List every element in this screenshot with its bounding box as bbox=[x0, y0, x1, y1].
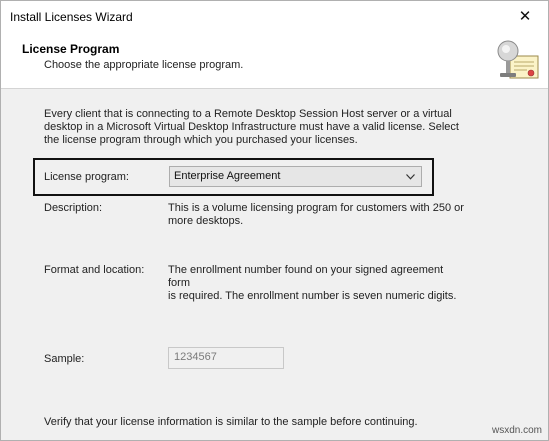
page-title: License Program bbox=[22, 42, 120, 56]
watermark: wsxdn.com bbox=[491, 425, 542, 436]
license-program-label: License program: bbox=[44, 171, 129, 183]
close-icon: ✕ bbox=[518, 8, 532, 25]
sample-label: Sample: bbox=[44, 353, 85, 365]
install-licenses-wizard-window: Install Licenses Wizard ✕ License Progra… bbox=[0, 0, 549, 441]
sample-field: 1234567 bbox=[168, 347, 284, 369]
format-location-text: The enrollment number found on your sign… bbox=[168, 264, 468, 303]
page-subtitle: Choose the appropriate license program. bbox=[44, 59, 244, 71]
verify-instruction: Verify that your license information is … bbox=[44, 416, 418, 428]
close-button[interactable]: ✕ bbox=[502, 1, 548, 31]
format-location-label: Format and location: bbox=[44, 264, 145, 276]
wizard-header: License Program Choose the appropriate l… bbox=[1, 31, 548, 89]
format-line: is required. The enrollment number is se… bbox=[168, 290, 457, 302]
description-label: Description: bbox=[44, 202, 103, 214]
intro-line: Every client that is connecting to a Rem… bbox=[44, 108, 452, 120]
sample-value: 1234567 bbox=[174, 351, 217, 363]
window-title: Install Licenses Wizard bbox=[10, 10, 133, 24]
description-line: more desktops. bbox=[168, 215, 244, 227]
intro-text: Every client that is connecting to a Rem… bbox=[44, 108, 484, 147]
intro-line: the license program through which you pu… bbox=[44, 134, 358, 146]
format-line: The enrollment number found on your sign… bbox=[168, 264, 444, 289]
license-certificate-icon bbox=[497, 40, 539, 79]
description-text: This is a volume licensing program for c… bbox=[168, 202, 468, 228]
description-line: This is a volume licensing program for c… bbox=[168, 202, 464, 214]
intro-line: desktop in a Microsoft Virtual Desktop I… bbox=[44, 121, 459, 133]
license-program-selected-value: Enterprise Agreement bbox=[174, 170, 281, 182]
license-program-highlight: License program: Enterprise Agreement bbox=[33, 158, 434, 196]
chevron-down-icon bbox=[406, 174, 415, 180]
license-program-dropdown[interactable]: Enterprise Agreement bbox=[169, 166, 422, 187]
title-bar: Install Licenses Wizard ✕ bbox=[1, 1, 548, 31]
